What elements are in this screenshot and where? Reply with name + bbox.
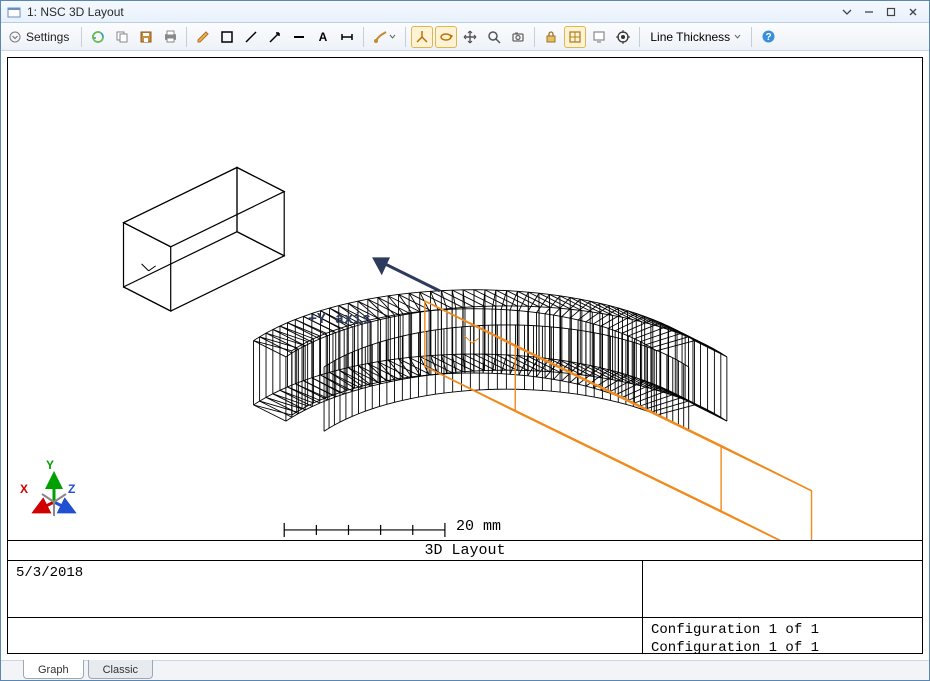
info-right-top <box>642 561 922 617</box>
help-button[interactable]: ? <box>757 26 779 48</box>
arrow-button[interactable] <box>264 26 286 48</box>
config-line-2: Configuration 1 of 1 <box>651 640 914 658</box>
move-button[interactable] <box>459 26 481 48</box>
copy-icon <box>115 30 129 44</box>
refresh-icon <box>90 29 106 45</box>
tab-graph[interactable]: Graph <box>23 660 84 679</box>
content-area: +Y axis 20 mm <box>1 51 929 660</box>
pencil-button[interactable] <box>192 26 214 48</box>
separator-icon <box>186 27 187 47</box>
separator-icon <box>363 27 364 47</box>
target-button[interactable] <box>612 26 634 48</box>
text-a-icon: A <box>316 30 330 44</box>
save-icon <box>139 30 153 44</box>
print-button[interactable] <box>159 26 181 48</box>
minus-icon <box>292 30 306 44</box>
config-line-1: Configuration 1 of 1 <box>651 622 914 640</box>
chevron-down-icon <box>734 33 741 40</box>
separator-icon <box>751 27 752 47</box>
hline-button[interactable] <box>288 26 310 48</box>
tab-classic[interactable]: Classic <box>88 660 153 679</box>
line-icon <box>244 30 258 44</box>
svg-text:A: A <box>319 30 328 44</box>
style-button[interactable] <box>369 26 400 48</box>
axis-x-label: X <box>20 482 28 496</box>
grid-icon <box>568 30 582 44</box>
separator-icon <box>81 27 82 47</box>
separator-icon <box>639 27 640 47</box>
line-button[interactable] <box>240 26 262 48</box>
minimize-button[interactable] <box>859 3 879 21</box>
rectangle-button[interactable] <box>216 26 238 48</box>
axes-icon <box>415 30 429 44</box>
axes-button[interactable] <box>411 26 433 48</box>
chevron-down-icon <box>389 33 396 40</box>
brush-icon <box>373 30 389 44</box>
window-title: 1: NSC 3D Layout <box>27 5 124 19</box>
titlebar: 1: NSC 3D Layout <box>1 1 929 23</box>
scale-label: 20 mm <box>456 518 501 535</box>
window: 1: NSC 3D Layout Settings <box>0 0 930 681</box>
monitor-button[interactable] <box>588 26 610 48</box>
settings-button[interactable]: Settings <box>5 26 76 48</box>
settings-label: Settings <box>26 30 69 44</box>
canvas-frame: +Y axis 20 mm <box>7 57 923 654</box>
rotate-button[interactable] <box>435 26 457 48</box>
rotate-icon <box>439 30 453 44</box>
grid-button[interactable] <box>564 26 586 48</box>
viewport-3d[interactable]: +Y axis 20 mm <box>8 58 922 540</box>
print-icon <box>163 29 178 44</box>
camera-button[interactable] <box>507 26 529 48</box>
move-icon <box>463 30 477 44</box>
zoom-button[interactable] <box>483 26 505 48</box>
dropdown-button[interactable] <box>837 3 857 21</box>
close-button[interactable] <box>903 3 923 21</box>
dimension-button[interactable] <box>336 26 358 48</box>
lock-icon <box>544 30 558 44</box>
line-thickness-button[interactable]: Line Thickness <box>645 26 746 48</box>
separator-icon <box>534 27 535 47</box>
maximize-button[interactable] <box>881 3 901 21</box>
window-icon <box>7 5 21 19</box>
dimension-icon <box>340 30 354 44</box>
axis-z-label: Z <box>68 482 75 496</box>
lock-button[interactable] <box>540 26 562 48</box>
chevron-down-icon <box>8 30 22 44</box>
axis-y-label: Y <box>46 458 54 472</box>
info-panel: 5/3/2018 Configuration 1 of 1 Configurat… <box>8 560 922 653</box>
line-thickness-label: Line Thickness <box>650 30 730 44</box>
toolbar: Settings A <box>1 23 929 51</box>
text-button[interactable]: A <box>312 26 334 48</box>
footer-tabs: Graph Classic <box>1 660 929 680</box>
info-left-bottom <box>8 617 642 653</box>
target-icon <box>616 30 630 44</box>
help-icon: ? <box>761 29 776 44</box>
separator-icon <box>405 27 406 47</box>
magnifier-icon <box>487 30 501 44</box>
camera-icon <box>511 30 525 44</box>
arrow-icon <box>268 30 282 44</box>
view-title: 3D Layout <box>8 540 922 560</box>
info-date: 5/3/2018 <box>8 561 642 617</box>
monitor-icon <box>592 30 606 44</box>
info-config: Configuration 1 of 1 Configuration 1 of … <box>642 617 922 653</box>
copy-button[interactable] <box>111 26 133 48</box>
pencil-icon <box>196 30 210 44</box>
svg-text:?: ? <box>765 32 771 43</box>
axis-triad: X Y Z <box>24 464 84 524</box>
axis-annotation: +Y axis <box>308 311 371 328</box>
save-button[interactable] <box>135 26 157 48</box>
refresh-button[interactable] <box>87 26 109 48</box>
square-icon <box>220 30 234 44</box>
